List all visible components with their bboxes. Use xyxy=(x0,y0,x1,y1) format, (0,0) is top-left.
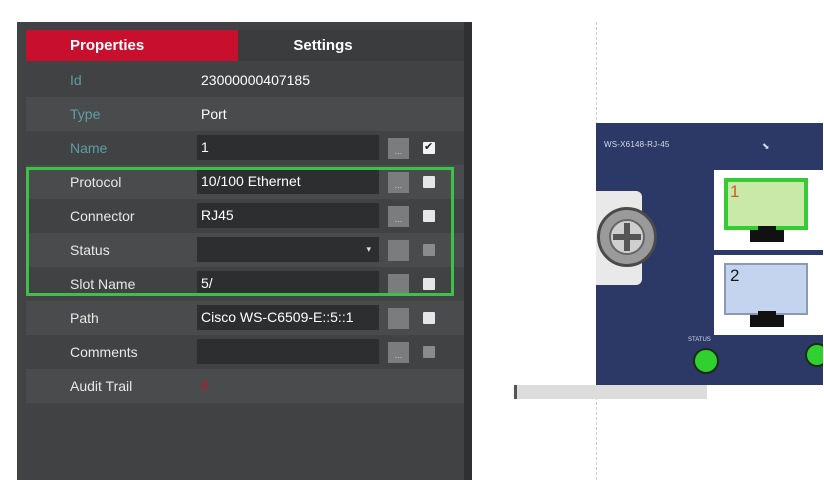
name-input[interactable]: 1 xyxy=(197,135,379,160)
app-window: Properties Settings Id 23000000407185 Ty… xyxy=(17,22,823,480)
type-label: Type xyxy=(70,106,101,122)
id-value: 23000000407185 xyxy=(201,72,311,88)
comments-checkbox[interactable] xyxy=(423,346,435,358)
row-audit-trail: Audit Trail 0 xyxy=(26,369,464,403)
line-card[interactable]: WS-X6148-RJ-45 ⬊ 1 2 STATUS xyxy=(596,123,823,385)
row-path: Path Cisco WS-C6509-E::5::1 xyxy=(26,301,464,335)
screw-icon xyxy=(597,207,657,267)
status-led xyxy=(693,348,719,374)
status-led-label: STATUS xyxy=(688,337,711,343)
row-id: Id 23000000407185 xyxy=(26,63,464,97)
panel-divider[interactable] xyxy=(464,22,472,480)
audit-trail-count[interactable]: 0 xyxy=(201,369,208,403)
port-slot-2: 2 xyxy=(714,255,823,335)
id-label: Id xyxy=(70,72,82,88)
type-value: Port xyxy=(201,106,227,122)
port-latch xyxy=(750,230,784,242)
name-label: Name xyxy=(70,140,108,156)
path-input[interactable]: Cisco WS-C6509-E::5::1 xyxy=(197,305,379,330)
comments-ellipsis-button[interactable]: ... xyxy=(388,342,409,363)
tab-settings[interactable]: Settings xyxy=(238,30,464,61)
audit-trail-label: Audit Trail xyxy=(70,378,133,394)
card-base xyxy=(514,385,707,399)
path-ellipsis-button[interactable] xyxy=(388,308,409,329)
highlight-box xyxy=(26,167,454,296)
path-checkbox[interactable] xyxy=(423,312,435,324)
row-type: Type Port xyxy=(26,97,464,131)
path-label: Path xyxy=(70,310,99,326)
row-comments: Comments ... xyxy=(26,335,464,369)
port-slot-1: 1 xyxy=(714,170,823,250)
tab-properties[interactable]: Properties xyxy=(26,30,238,61)
port-1[interactable]: 1 xyxy=(724,178,808,230)
row-name: Name 1 ... xyxy=(26,131,464,165)
name-checkbox[interactable] xyxy=(423,140,435,154)
comments-label: Comments xyxy=(70,344,138,360)
device-view: WS-X6148-RJ-45 ⬊ 1 2 STATUS xyxy=(472,22,823,480)
properties-panel: Properties Settings Id 23000000407185 Ty… xyxy=(17,22,464,480)
device-model-label: WS-X6148-RJ-45 xyxy=(604,140,670,149)
port-2[interactable]: 2 xyxy=(724,263,808,315)
port-latch xyxy=(750,315,784,327)
port-led xyxy=(805,343,823,367)
name-ellipsis-button[interactable]: ... xyxy=(388,138,409,159)
comments-input[interactable] xyxy=(197,339,379,364)
arrow-icon: ⬊ xyxy=(762,141,770,151)
